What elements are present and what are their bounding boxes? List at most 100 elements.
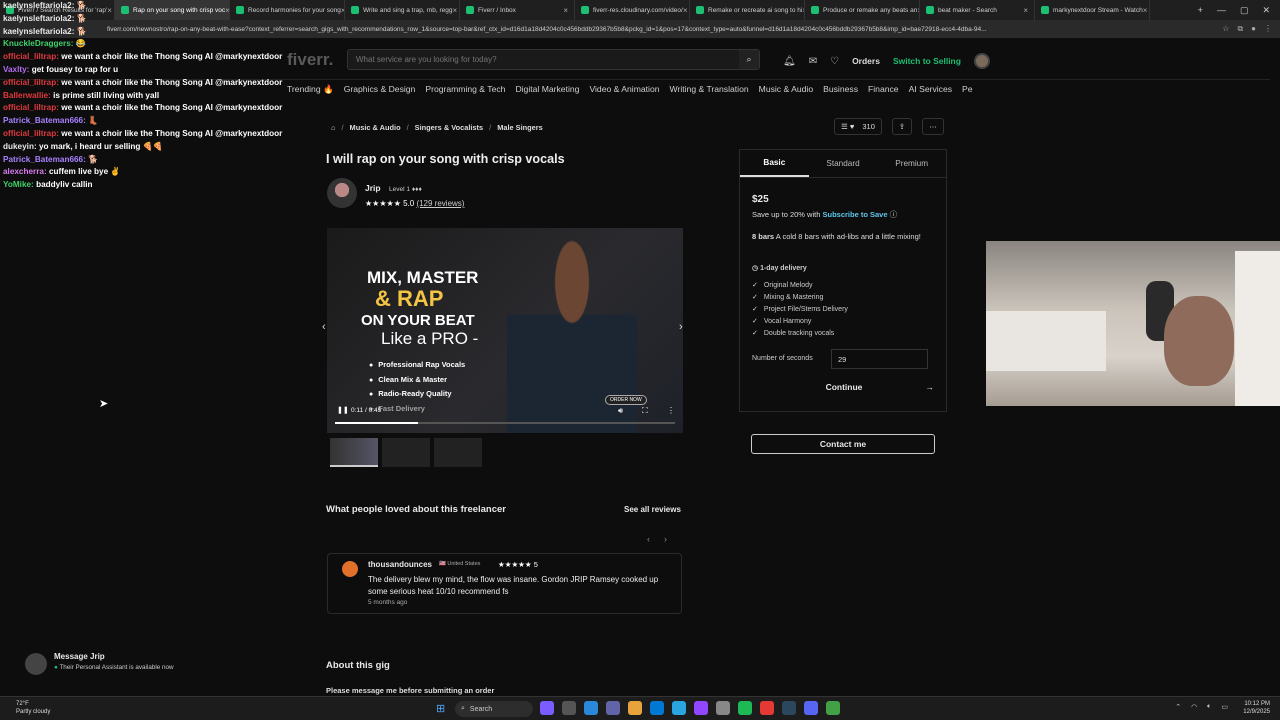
orders-link[interactable]: Orders (852, 56, 880, 66)
next-review-icon[interactable]: › (664, 534, 667, 544)
chevron-up-icon[interactable]: ⌃ (1175, 703, 1181, 711)
taskbar-app-icon[interactable] (540, 701, 554, 715)
speaker-icon[interactable]: 🔈︎ (1207, 703, 1211, 711)
windows-start-icon[interactable]: ⊞ (436, 702, 445, 715)
extensions-icon[interactable]: ⧉ (1237, 24, 1243, 34)
contact-me-button[interactable]: Contact me (751, 434, 935, 454)
reviews-link[interactable]: (129 reviews) (416, 199, 464, 208)
maximize-icon[interactable]: ▢ (1240, 5, 1249, 16)
gallery-thumbnail[interactable] (434, 438, 482, 467)
search-input[interactable] (348, 55, 739, 64)
header-actions: 🔔︎ ✉ ♡ Orders Switch to Selling (783, 53, 990, 69)
pause-icon[interactable]: ❚❚ (337, 406, 349, 414)
close-window-icon[interactable]: ✕ (1262, 5, 1270, 16)
notification-bell-icon[interactable]: 🔔︎ (783, 56, 796, 67)
volume-icon[interactable]: 🔊︎ (618, 406, 623, 416)
new-tab-icon[interactable]: + (1198, 5, 1203, 16)
messages-icon[interactable]: ✉ (809, 56, 817, 67)
fiverr-logo[interactable]: fiverr. (287, 50, 333, 70)
fullscreen-icon[interactable]: ⛶ (642, 406, 648, 416)
close-icon[interactable]: × (452, 6, 457, 15)
taskbar-app-icon[interactable] (826, 701, 840, 715)
breadcrumb-item[interactable]: Male Singers (497, 123, 543, 132)
message-seller-avatar[interactable] (25, 653, 47, 675)
save-to-list-button[interactable]: ☰ ♥ 310 (834, 118, 882, 135)
prev-review-icon[interactable]: ‹ (647, 534, 650, 544)
seconds-input[interactable] (831, 349, 928, 369)
category-item[interactable]: Music & Audio (759, 84, 813, 95)
battery-icon[interactable]: ▭ (1221, 703, 1228, 711)
wifi-icon[interactable]: ◠ (1191, 703, 1197, 711)
category-item[interactable]: Writing & Translation (670, 84, 749, 95)
taskbar-app-icon[interactable] (562, 701, 576, 715)
browser-tab[interactable]: Write and sing a trap, rnb, regg × (345, 0, 460, 20)
browser-tab[interactable]: markynextdoor Stream - Watch × (1035, 0, 1150, 20)
close-icon[interactable]: × (563, 6, 568, 15)
seller-name[interactable]: Jrip (365, 183, 381, 193)
gig-video-player[interactable]: MIX, MASTER & RAP ON YOUR BEAT Like a PR… (327, 228, 683, 433)
taskbar-app-icon[interactable] (782, 701, 796, 715)
browser-tab[interactable]: Produce or remake any beats an× (805, 0, 920, 20)
weather-widget[interactable]: 72°F Partly cloudy (16, 700, 50, 716)
taskbar-app-icon[interactable] (606, 701, 620, 715)
message-seller-title[interactable]: Message Jrip (54, 652, 105, 661)
taskbar-app-icon[interactable] (716, 701, 730, 715)
tab-premium[interactable]: Premium (877, 150, 946, 177)
taskbar-search[interactable]: ⌕ Search (455, 701, 533, 717)
browser-tab[interactable]: Fiverr / Inbox × (460, 0, 575, 20)
switch-to-selling-link[interactable]: Switch to Selling (893, 56, 961, 66)
category-item[interactable]: Programming & Tech (425, 84, 505, 95)
taskbar-app-icon[interactable] (672, 701, 686, 715)
taskbar-app-icon[interactable] (584, 701, 598, 715)
video-more-icon[interactable]: ⋮ (667, 406, 675, 415)
category-item[interactable]: Finance (868, 84, 899, 95)
category-item[interactable]: Digital Marketing (515, 84, 579, 95)
category-item[interactable]: AI Services (909, 84, 952, 95)
category-item[interactable]: Trending 🔥 (287, 84, 334, 95)
share-button[interactable]: ⇪ (891, 118, 913, 135)
tab-basic[interactable]: Basic (740, 150, 809, 177)
bookmark-icon[interactable]: ☆ (1222, 24, 1229, 34)
prev-slide-icon[interactable]: ‹ (322, 321, 326, 333)
user-avatar[interactable] (973, 53, 990, 69)
gallery-thumbnail[interactable] (330, 438, 378, 467)
browser-tab[interactable]: fiverr-res.cloudinary.com/video/× (575, 0, 690, 20)
category-item[interactable]: Graphics & Design (344, 84, 416, 95)
info-icon[interactable]: ⓘ (890, 210, 898, 219)
favorites-heart-icon[interactable]: ♡ (830, 56, 839, 67)
close-icon[interactable]: × (1143, 6, 1148, 15)
taskbar-app-icon[interactable] (804, 701, 818, 715)
search-button[interactable]: ⌕ (739, 50, 759, 69)
close-icon[interactable]: × (1023, 6, 1028, 15)
taskbar-app-icon[interactable] (738, 701, 752, 715)
minimize-icon[interactable]: — (1217, 5, 1226, 16)
taskbar-clock[interactable]: 10:12 PM 12/9/2025 (1243, 700, 1270, 716)
taskbar-app-icon[interactable] (694, 701, 708, 715)
review-carousel-nav: ‹ › (647, 534, 667, 544)
taskbar-app-icon[interactable] (760, 701, 774, 715)
taskbar-app-icon[interactable] (650, 701, 664, 715)
message-seller-subtitle: ● Their Personal Assistant is available … (54, 664, 174, 671)
breadcrumb-item[interactable]: Music & Audio (350, 123, 401, 132)
more-options-button[interactable]: ⋯ (922, 118, 944, 135)
next-slide-icon[interactable]: › (679, 321, 683, 333)
browser-tab[interactable]: beat maker - Search × (920, 0, 1035, 20)
browser-tab[interactable]: Remake or recreate ai song to hi× (690, 0, 805, 20)
tab-standard[interactable]: Standard (809, 150, 878, 177)
seller-avatar[interactable] (327, 178, 357, 208)
category-item[interactable]: Video & Animation (589, 84, 659, 95)
taskbar-app-icon[interactable] (628, 701, 642, 715)
see-all-reviews-link[interactable]: See all reviews (624, 505, 681, 514)
gallery-thumbnail[interactable] (382, 438, 430, 467)
category-item[interactable]: Pe (962, 84, 973, 95)
close-icon[interactable]: × (683, 6, 688, 15)
menu-icon[interactable]: ⋮ (1264, 24, 1272, 34)
reviewer-country: 🇺🇸 United States (439, 561, 481, 567)
subscribe-to-save-link[interactable]: Subscribe to Save (822, 210, 887, 219)
video-progress-bar[interactable] (335, 422, 675, 424)
category-item[interactable]: Business (823, 84, 858, 95)
breadcrumb-item[interactable]: Singers & Vocalists (415, 123, 483, 132)
continue-button[interactable]: Continue → (752, 382, 936, 392)
home-icon[interactable]: ⌂ (331, 123, 335, 132)
profile-icon[interactable]: ● (1251, 24, 1256, 34)
